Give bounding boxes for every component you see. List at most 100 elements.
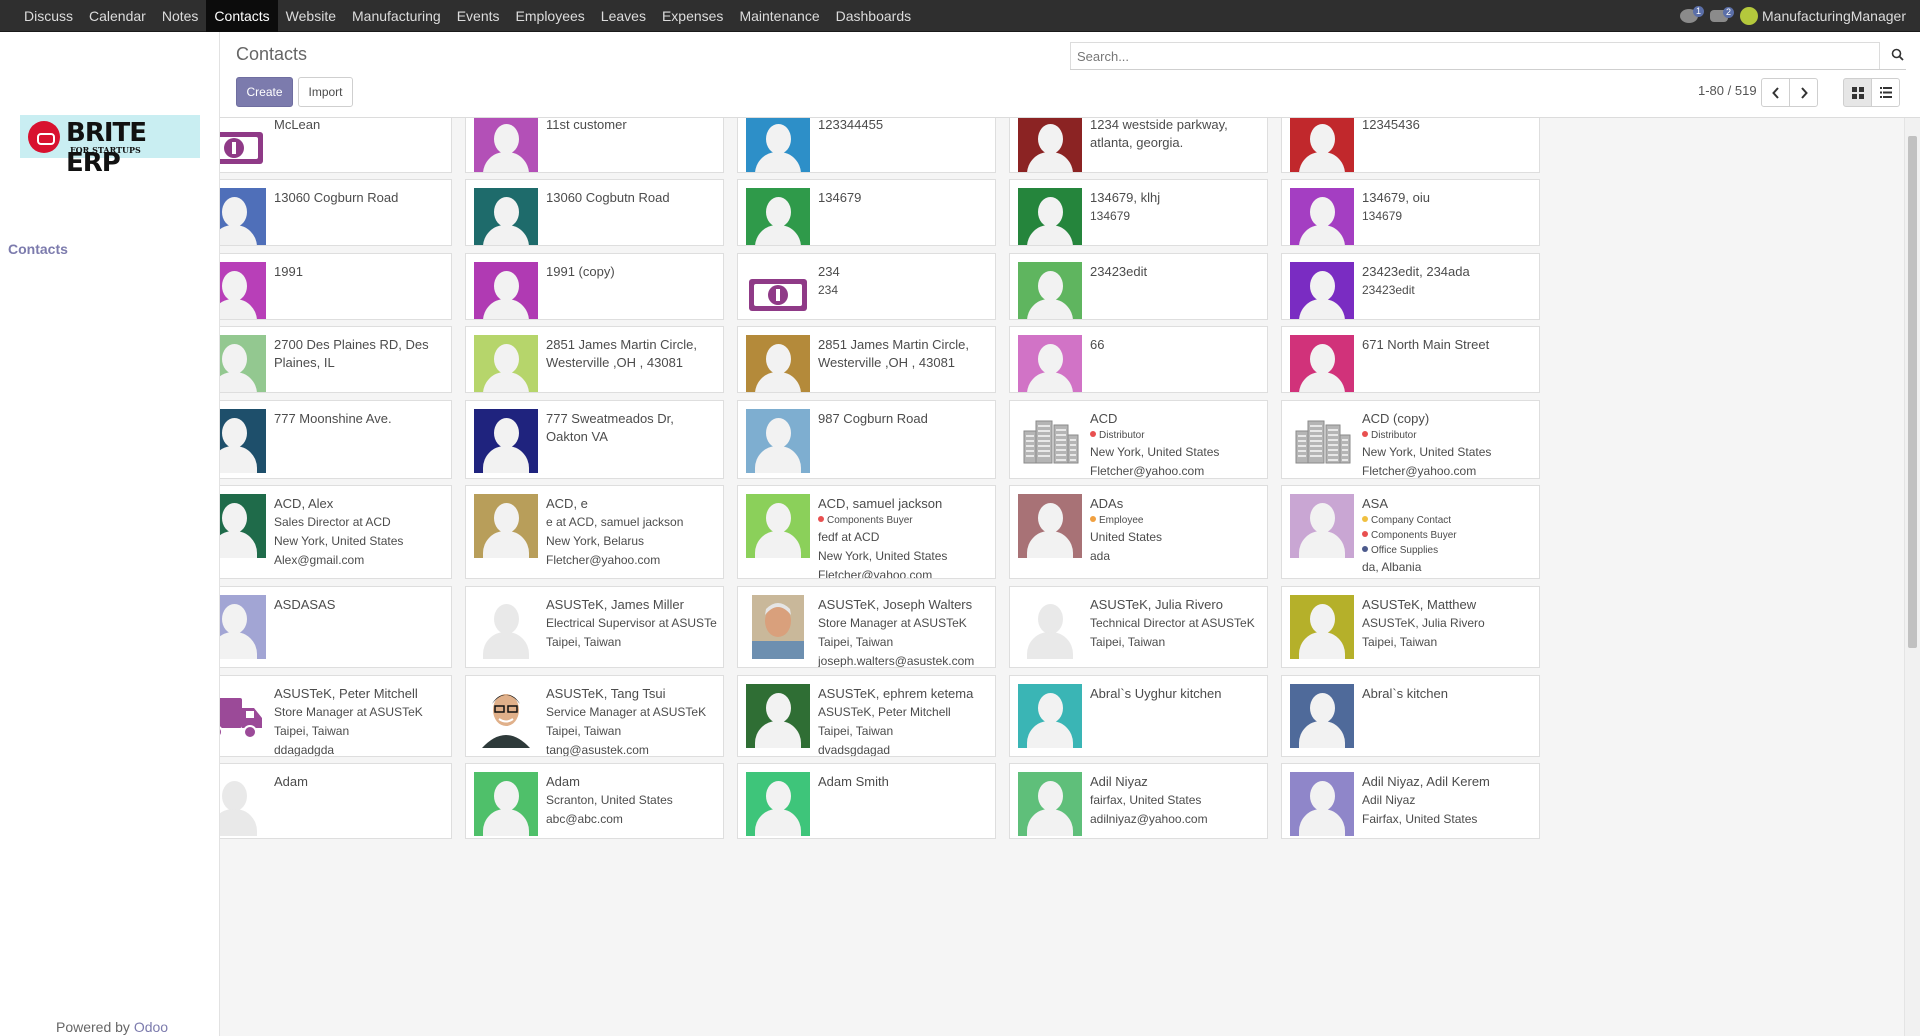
contact-card[interactable]: 134679 — [737, 179, 996, 246]
contact-card[interactable]: 1234 westside parkway, atlanta, georgia. — [1009, 118, 1268, 173]
contact-card[interactable]: McLean — [220, 118, 452, 173]
menu-item-events[interactable]: Events — [449, 0, 508, 32]
menu-item-manufacturing[interactable]: Manufacturing — [344, 0, 449, 32]
contact-card[interactable]: 134679, klhj 134679 — [1009, 179, 1268, 246]
odoo-link[interactable]: Odoo — [134, 1019, 168, 1035]
person-body-shape — [483, 446, 529, 473]
kanban-view: McLean 11st customer 123344455 1234 westsid… — [220, 118, 1904, 1036]
contact-card[interactable]: 671 North Main Street — [1281, 326, 1540, 393]
scrollbar-thumb[interactable] — [1908, 136, 1917, 648]
menu-item-expenses[interactable]: Expenses — [654, 0, 731, 32]
chat-icon[interactable]: 2 — [1710, 7, 1735, 22]
menu-item-leaves[interactable]: Leaves — [593, 0, 654, 32]
contact-avatar — [1290, 494, 1354, 558]
menu-item-maintenance[interactable]: Maintenance — [731, 0, 827, 32]
person-body-shape — [483, 531, 529, 558]
contact-card[interactable]: ASUSTeK, Peter Mitchell Store Manager at … — [220, 675, 452, 757]
contact-card[interactable]: 13060 Cogbutn Road — [465, 179, 724, 246]
menu-item-website[interactable]: Website — [278, 0, 344, 32]
menu-item-dashboards[interactable]: Dashboards — [828, 0, 920, 32]
contact-card[interactable]: 12345436 — [1281, 118, 1540, 173]
person-body-shape — [1299, 152, 1345, 172]
contact-card[interactable]: ASUSTeK, ephrem ketema ASUSTeK, Peter Mit… — [737, 675, 996, 757]
contact-card[interactable]: ACD, samuel jackson Components Buyer fedf … — [737, 485, 996, 579]
contact-card[interactable]: 134679, oiu 134679 — [1281, 179, 1540, 246]
contact-card[interactable]: Abral`s Uyghur kitchen — [1009, 675, 1268, 757]
contact-card[interactable]: 123344455 — [737, 118, 996, 173]
list-view-button[interactable] — [1871, 78, 1900, 107]
person-body-shape — [1299, 225, 1345, 245]
menu-item-notes[interactable]: Notes — [154, 0, 207, 32]
contact-details: ASDASAS — [274, 596, 445, 614]
contact-card[interactable]: 2851 James Martin Circle, Westerville ,O… — [737, 326, 996, 393]
contact-info-line: Sales Director at ACD — [274, 515, 391, 529]
tag-label: Components Buyer — [1371, 530, 1457, 541]
contact-card[interactable]: 1991 (copy) — [465, 253, 724, 320]
sidebar: BRITE ERP FOR STARTUPS Contacts Powered … — [0, 32, 220, 1036]
pager-next-button[interactable] — [1789, 78, 1818, 107]
contact-info-line: Taipei, Taiwan — [274, 724, 350, 738]
menu-item-calendar[interactable]: Calendar — [81, 0, 154, 32]
contact-card[interactable]: 13060 Cogburn Road — [220, 179, 452, 246]
contact-name: Abral`s Uyghur kitchen — [1090, 686, 1222, 701]
contact-card[interactable]: 987 Cogburn Road — [737, 400, 996, 479]
contact-card[interactable]: ASUSTeK, Tang Tsui Service Manager at ASU… — [465, 675, 724, 757]
contact-card[interactable]: Adam Smith — [737, 763, 996, 839]
import-button[interactable]: Import — [298, 77, 353, 107]
contact-card[interactable]: 11st customer — [465, 118, 724, 173]
contact-card[interactable]: 234 234 — [737, 253, 996, 320]
contact-card[interactable]: 777 Sweatmeados Dr, Oakton VA — [465, 400, 724, 479]
person-body-shape — [220, 299, 257, 319]
person-body-shape — [1027, 809, 1073, 836]
contact-card[interactable]: 23423edit — [1009, 253, 1268, 320]
contact-card[interactable]: ASUSTeK, James Miller Electrical Supervis… — [465, 586, 724, 668]
menu-item-discuss[interactable]: Discuss — [16, 0, 81, 32]
contact-name: Adam — [274, 774, 308, 789]
person-body-shape — [755, 721, 801, 748]
contact-card[interactable]: 2700 Des Plaines RD, Des Plaines, IL — [220, 326, 452, 393]
contact-details: ACD, e e at ACD, samuel jackson New York, … — [546, 495, 717, 570]
user-menu[interactable]: ManufacturingManager — [1740, 7, 1906, 25]
contact-card[interactable]: 777 Moonshine Ave. — [220, 400, 452, 479]
contact-card[interactable]: ASDASAS — [220, 586, 452, 668]
contact-card[interactable]: ACD, Alex Sales Director at ACD New York, … — [220, 485, 452, 579]
person-body-shape — [483, 299, 529, 319]
logo-subtitle: FOR STARTUPS — [70, 145, 141, 155]
contact-card[interactable]: 66 — [1009, 326, 1268, 393]
contact-card[interactable]: 1991 — [220, 253, 452, 320]
menu-item-employees[interactable]: Employees — [508, 0, 593, 32]
contact-details: 1991 — [274, 263, 445, 281]
contact-card[interactable]: Abral`s kitchen — [1281, 675, 1540, 757]
contact-card[interactable]: Adam — [220, 763, 452, 839]
contact-info-line: ada — [1090, 549, 1111, 563]
contact-card[interactable]: ASA Company Contact Components Buyer Office… — [1281, 485, 1540, 579]
contact-card[interactable]: Adil Niyaz fairfax, United States adilniya… — [1009, 763, 1268, 839]
contact-card[interactable]: ACD, e e at ACD, samuel jackson New York, … — [465, 485, 724, 579]
kanban-view-button[interactable] — [1843, 78, 1872, 107]
vertical-scrollbar[interactable] — [1904, 118, 1920, 1036]
contact-card[interactable]: ASUSTeK, Joseph Walters Store Manager at … — [737, 586, 996, 668]
contact-card[interactable]: ACD (copy) Distributor New York, United St… — [1281, 400, 1540, 479]
sidebar-item-contacts[interactable]: Contacts — [8, 241, 68, 257]
menu-item-contacts[interactable]: Contacts — [206, 0, 278, 32]
contact-name: ASDASAS — [274, 597, 336, 612]
contact-info-line: Taipei, Taiwan — [818, 635, 894, 649]
contact-card[interactable]: ACD Distributor New York, United States Fle… — [1009, 400, 1268, 479]
pager-previous-button[interactable] — [1761, 78, 1790, 107]
contact-card[interactable]: ASUSTeK, Julia Rivero Technical Director … — [1009, 586, 1268, 668]
person-icon — [494, 271, 519, 301]
contact-card[interactable]: ADAs Employee United States ada — [1009, 485, 1268, 579]
contact-card[interactable]: Adam Scranton, United States abc@abc.com — [465, 763, 724, 839]
person-body-shape — [755, 809, 801, 836]
contact-card[interactable]: ASUSTeK, Matthew ASUSTeK, Julia Rivero Tai… — [1281, 586, 1540, 668]
search-icon[interactable] — [1891, 48, 1904, 61]
contact-name: 1234 westside parkway, atlanta, georgia. — [1090, 118, 1228, 150]
pager-value[interactable]: 1-80 / 519 — [1698, 83, 1757, 98]
contact-card[interactable]: 23423edit, 234ada 23423edit — [1281, 253, 1540, 320]
create-button[interactable]: Create — [236, 77, 293, 107]
contact-card[interactable]: 2851 James Martin Circle, Westerville ,O… — [465, 326, 724, 393]
activity-icon[interactable]: 1 — [1680, 6, 1705, 23]
contact-info-line: Taipei, Taiwan — [1090, 635, 1166, 649]
contact-card[interactable]: Adil Niyaz, Adil Kerem Adil Niyaz Fairfax,… — [1281, 763, 1540, 839]
search-input[interactable] — [1070, 42, 1880, 69]
